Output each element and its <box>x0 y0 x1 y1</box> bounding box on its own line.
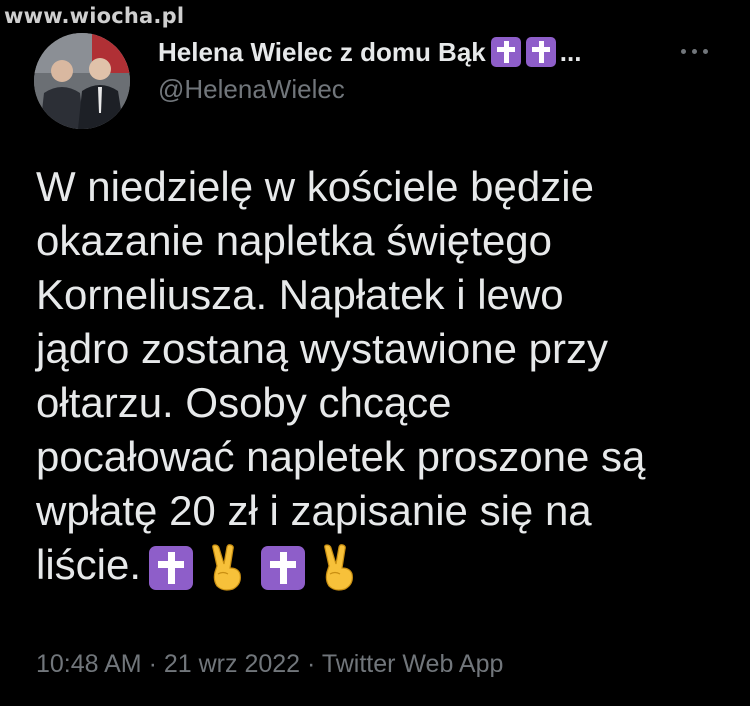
meta-separator: · <box>141 650 164 678</box>
tweet-line: Korneliusza. Napłatek i lewo <box>36 271 564 318</box>
tweet-source[interactable]: Twitter Web App <box>322 650 504 678</box>
meta-separator: · <box>300 650 322 678</box>
tweet-line: ołtarzu. Osoby chcące <box>36 379 452 426</box>
author-display-name[interactable]: Helena Wielec z domu Bąk <box>158 37 486 68</box>
latin-cross-icon <box>525 37 556 67</box>
tweet-line: okazanie napletka świętego <box>36 217 553 264</box>
tweet-line: liście. <box>36 541 142 588</box>
author-name-row[interactable]: Helena Wielec z domu Bąk ... <box>158 34 670 70</box>
author-handle[interactable]: @HelenaWielec <box>158 74 670 105</box>
tweet-header: Helena Wielec z domu Bąk ... @HelenaWiel… <box>158 34 670 105</box>
latin-cross-icon <box>149 545 194 590</box>
tweet-line: W niedzielę w kościele będzie <box>36 163 594 210</box>
tweet-line: jądro zostaną wystawione przy <box>36 325 608 372</box>
name-ellipsis: ... <box>559 36 582 67</box>
tweet-meta: 10:48 AM · 21 wrz 2022 · Twitter Web App <box>36 650 503 679</box>
avatar[interactable] <box>34 33 130 129</box>
tweet-text: W niedzielę w kościele będzie okazanie n… <box>36 160 726 592</box>
watermark: www.wiocha.pl <box>4 4 185 28</box>
tweet-line: pocałować napletek proszone są <box>36 433 646 480</box>
victory-hand-icon <box>317 544 361 592</box>
more-options-icon[interactable] <box>681 44 717 58</box>
victory-hand-icon <box>205 544 249 592</box>
tweet-line: wpłatę 20 zł i zapisanie się na <box>36 487 592 534</box>
tweet-time[interactable]: 10:48 AM <box>36 650 142 678</box>
tweet-last-line: liście. <box>36 538 726 592</box>
latin-cross-icon <box>490 37 521 67</box>
emoji-row <box>149 544 361 592</box>
latin-cross-icon <box>261 545 306 590</box>
avatar-photo <box>34 33 130 129</box>
tweet-date[interactable]: 21 wrz 2022 <box>164 650 300 678</box>
